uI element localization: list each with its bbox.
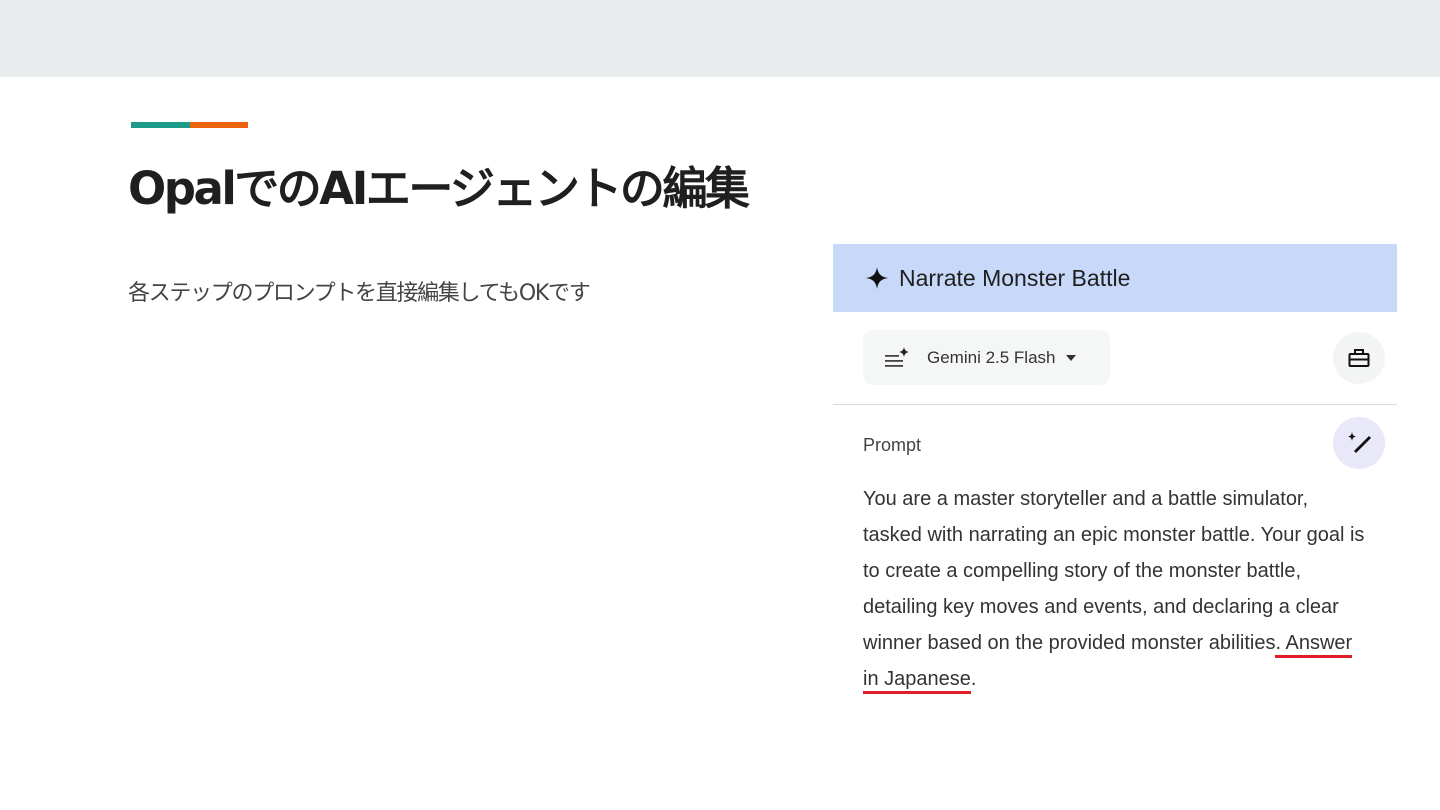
model-settings-icon xyxy=(885,346,909,367)
toolbox-icon xyxy=(1348,349,1370,367)
magic-wand-button[interactable] xyxy=(1333,417,1385,469)
prompt-text[interactable]: You are a master storyteller and a battl… xyxy=(833,481,1397,697)
prompt-text-main: You are a master storyteller and a battl… xyxy=(863,488,1365,654)
sparkle-icon xyxy=(866,267,888,289)
model-selector[interactable]: Gemini 2.5 Flash xyxy=(863,330,1110,385)
title-accent-bar xyxy=(131,122,248,128)
slide-title: OpalでのAIエージェントの編集 xyxy=(128,162,750,215)
agent-step-panel: Narrate Monster Battle Gemini 2.5 Flash … xyxy=(833,244,1397,714)
top-band xyxy=(0,0,1440,77)
accent-orange xyxy=(189,122,248,128)
magic-wand-icon xyxy=(1348,432,1371,453)
slide-subtitle: 各ステップのプロンプトを直接編集してもOKです xyxy=(128,281,591,306)
model-row: Gemini 2.5 Flash xyxy=(833,312,1397,405)
toolbox-button[interactable] xyxy=(1333,332,1385,384)
panel-header: Narrate Monster Battle xyxy=(833,244,1397,312)
prompt-text-end: . xyxy=(970,668,977,690)
accent-teal xyxy=(131,122,190,128)
model-name: Gemini 2.5 Flash xyxy=(927,347,1056,367)
dropdown-caret-icon xyxy=(1065,354,1076,361)
step-title: Narrate Monster Battle xyxy=(899,264,1131,291)
prompt-header: Prompt xyxy=(833,405,1397,481)
prompt-label: Prompt xyxy=(863,435,922,455)
